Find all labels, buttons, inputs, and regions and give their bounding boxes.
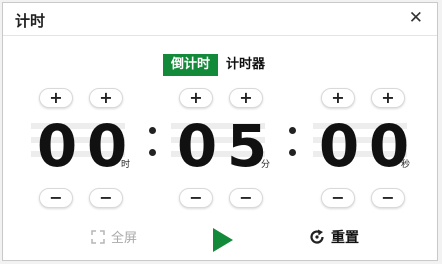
colon-separator bbox=[287, 127, 297, 163]
tab-countdown[interactable]: 倒计时 bbox=[163, 54, 219, 76]
minutes-tens-plus-button[interactable]: + bbox=[179, 88, 213, 108]
hours-ones-minus-button[interactable]: − bbox=[89, 188, 123, 208]
footer-controls: 全屏 重置 bbox=[3, 219, 437, 259]
tab-stopwatch[interactable]: 计时器 bbox=[224, 54, 267, 76]
colon-separator bbox=[147, 127, 157, 163]
seconds-tens-digit: 0 bbox=[318, 112, 360, 180]
hours-ones-plus-button[interactable]: + bbox=[89, 88, 123, 108]
hours-tens-minus-button[interactable]: − bbox=[39, 188, 73, 208]
hours-tens-digit: 0 bbox=[36, 112, 78, 180]
mode-tabs: 倒计时 计时器 bbox=[163, 54, 267, 76]
title-bar: 计时 ✕ bbox=[3, 3, 437, 36]
fullscreen-label: 全屏 bbox=[111, 231, 138, 246]
reset-button[interactable]: 重置 bbox=[309, 227, 359, 247]
minutes-ones-minus-button[interactable]: − bbox=[229, 188, 263, 208]
seconds-unit-label: 秒 bbox=[401, 160, 411, 170]
fullscreen-button[interactable]: 全屏 bbox=[91, 227, 137, 246]
hours-unit-label: 时 bbox=[121, 160, 131, 170]
close-icon[interactable]: ✕ bbox=[409, 8, 423, 28]
seconds-ones-minus-button[interactable]: − bbox=[371, 188, 405, 208]
minutes-tens-minus-button[interactable]: − bbox=[179, 188, 213, 208]
seconds-tens-minus-button[interactable]: − bbox=[321, 188, 355, 208]
fullscreen-icon bbox=[91, 229, 105, 244]
hours-tens-plus-button[interactable]: + bbox=[39, 88, 73, 108]
seconds-tens-plus-button[interactable]: + bbox=[321, 88, 355, 108]
window-title: 计时 bbox=[15, 12, 46, 30]
timer-window: 计时 ✕ 倒计时 计时器 + + + + + + 0 0 时 0 5 分 0 0… bbox=[2, 2, 438, 261]
minutes-ones-plus-button[interactable]: + bbox=[229, 88, 263, 108]
reset-label: 重置 bbox=[331, 230, 359, 246]
minutes-tens-digit: 0 bbox=[176, 112, 218, 180]
reset-icon bbox=[310, 229, 324, 244]
seconds-ones-plus-button[interactable]: + bbox=[371, 88, 405, 108]
minutes-unit-label: 分 bbox=[261, 160, 271, 170]
play-icon[interactable] bbox=[211, 227, 235, 253]
